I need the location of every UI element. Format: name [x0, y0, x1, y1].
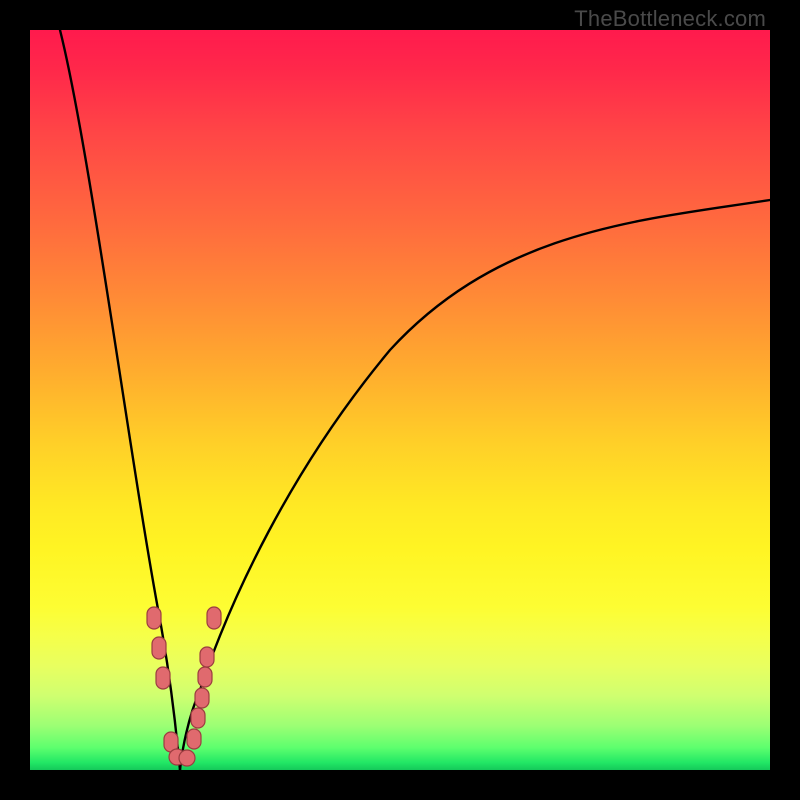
- marker-dot: [195, 688, 209, 708]
- marker-dot: [179, 750, 195, 766]
- outer-frame: TheBottleneck.com: [0, 0, 800, 800]
- marker-dot: [147, 607, 161, 629]
- marker-dot: [198, 667, 212, 687]
- curve-right-branch: [180, 200, 770, 770]
- marker-dot: [152, 637, 166, 659]
- marker-dot: [191, 708, 205, 728]
- marker-dot: [187, 729, 201, 749]
- marker-dot: [207, 607, 221, 629]
- marker-dot: [200, 647, 214, 667]
- chart-svg: [30, 30, 770, 770]
- marker-dot: [156, 667, 170, 689]
- watermark-text: TheBottleneck.com: [574, 6, 766, 32]
